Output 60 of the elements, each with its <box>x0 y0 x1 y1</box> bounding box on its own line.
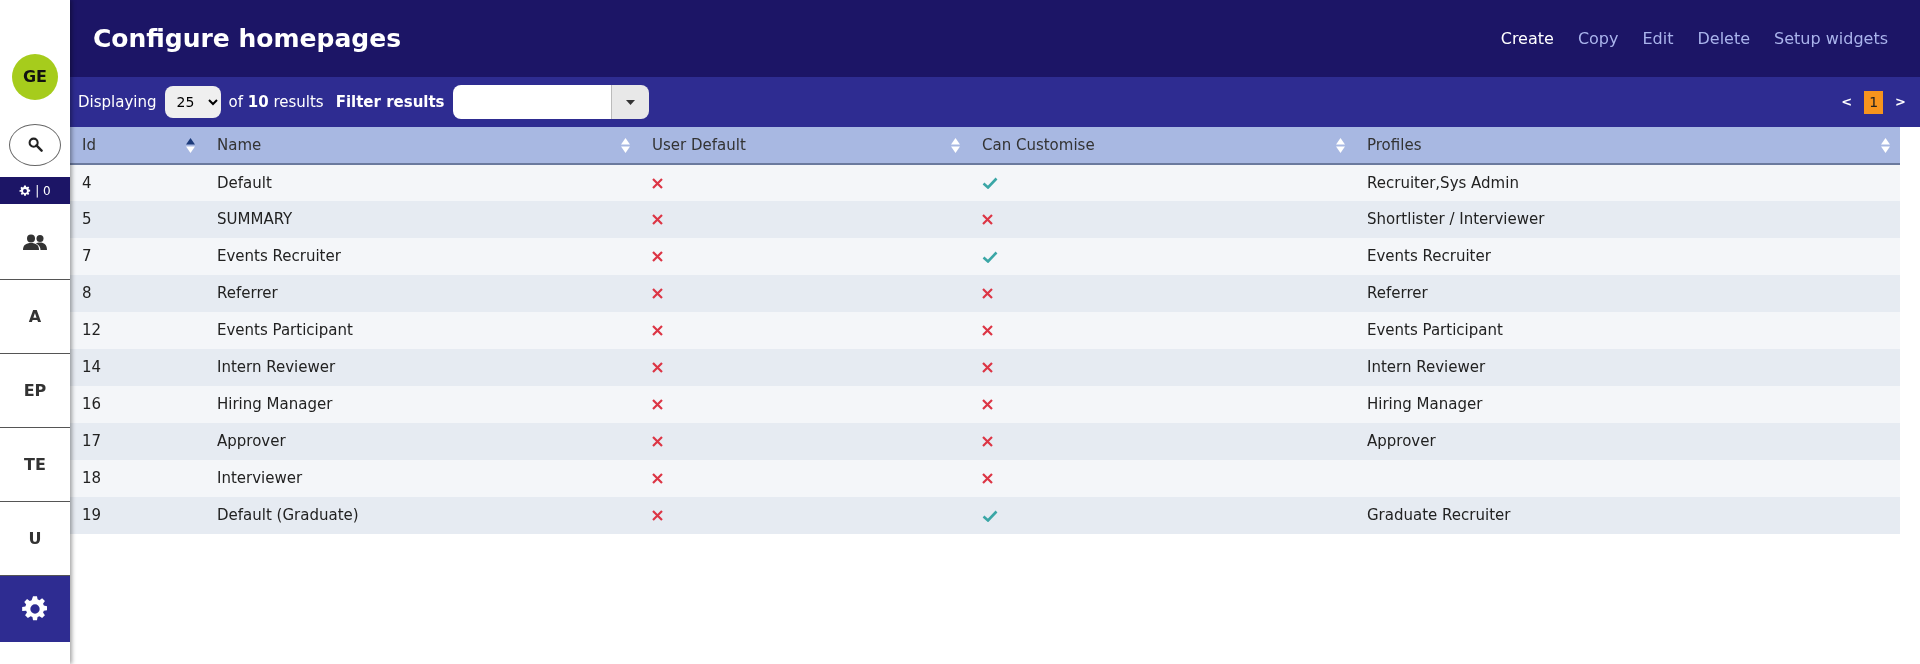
settings-button[interactable] <box>0 576 70 642</box>
table-cell: 14 <box>82 358 102 377</box>
table-cell: Hiring Manager <box>1367 395 1483 414</box>
table-cell: SUMMARY <box>217 210 293 229</box>
next-page-button[interactable]: > <box>1891 92 1910 112</box>
user-avatar[interactable]: GE <box>12 54 58 100</box>
gear-icon <box>19 184 32 197</box>
table-cell: Intern Reviewer <box>217 358 336 377</box>
table-cell: Default <box>217 173 272 192</box>
table-cell: Events Recruiter <box>1367 247 1491 266</box>
column-header[interactable]: Id <box>82 133 96 157</box>
table-cell: 8 <box>82 284 92 303</box>
table-cell: Shortlister / Interviewer <box>1367 210 1545 229</box>
column-header[interactable]: Can Customise <box>982 133 1095 157</box>
column-header[interactable]: User Default <box>652 133 746 157</box>
table-cell: Events Participant <box>1367 321 1503 340</box>
table-cell: Recruiter,Sys Admin <box>1367 173 1519 192</box>
sidebar-item[interactable]: U <box>0 502 70 576</box>
settings-icon <box>21 595 49 623</box>
table-cell: 7 <box>82 247 92 266</box>
page-size-select[interactable]: 25 <box>164 86 221 118</box>
people-button[interactable] <box>0 204 70 280</box>
table-cell: Default (Graduate) <box>217 506 359 525</box>
dropdown-button[interactable] <box>610 85 649 119</box>
caret-icon <box>625 99 635 105</box>
filter-label: Filter results <box>335 91 445 113</box>
results-count: of 10 results <box>228 91 324 113</box>
table-cell: Intern Reviewer <box>1367 358 1486 377</box>
table-cell: Approver <box>1367 432 1436 451</box>
action-link[interactable]: Create <box>1488 26 1566 51</box>
table-cell: 5 <box>82 210 92 229</box>
sidebar-item[interactable]: TE <box>0 428 70 502</box>
displaying-label: Displaying <box>78 91 157 113</box>
table-cell: Graduate Recruiter <box>1367 506 1511 525</box>
filter-field[interactable] <box>452 85 611 119</box>
page-title: Configure homepages <box>93 23 401 54</box>
table-cell: 4 <box>82 173 92 192</box>
search-button[interactable] <box>9 123 61 166</box>
people-icon <box>23 233 47 250</box>
sidebar-item[interactable]: EP <box>0 354 70 428</box>
sort-icon[interactable] <box>186 137 195 153</box>
table-cell: 16 <box>82 395 102 414</box>
table-cell: Hiring Manager <box>217 395 333 414</box>
table-cell: 17 <box>82 432 102 451</box>
notification-count: | 0 <box>35 182 51 200</box>
table-cell: 12 <box>82 321 102 340</box>
table-cell: Events Recruiter <box>217 247 341 266</box>
table-cell: Events Participant <box>217 321 353 340</box>
table-cell: Referrer <box>1367 284 1428 303</box>
table-cell: Interviewer <box>217 469 303 488</box>
table-cell: Approver <box>217 432 286 451</box>
table-cell: 18 <box>82 469 102 488</box>
table-cell: Referrer <box>217 284 278 303</box>
search-icon <box>27 137 43 152</box>
sidebar-item[interactable]: A <box>0 280 70 354</box>
column-header[interactable]: Name <box>217 133 262 157</box>
column-header[interactable]: Profiles <box>1367 133 1422 157</box>
page-button[interactable]: 1 <box>1864 90 1884 114</box>
previous-page-button[interactable]: < <box>1837 92 1857 112</box>
table-cell: 19 <box>82 506 102 525</box>
